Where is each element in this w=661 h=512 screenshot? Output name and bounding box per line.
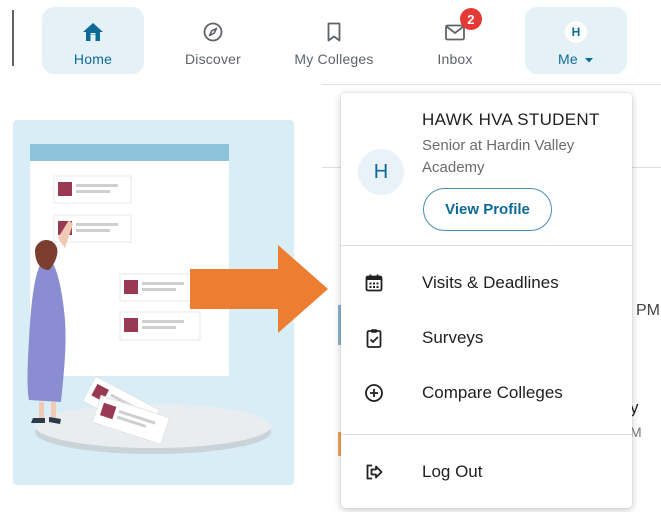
nav-me-text: Me (558, 51, 578, 67)
menu-item-log-out[interactable]: Log Out (341, 450, 632, 494)
plus-circle-icon (365, 384, 383, 402)
menu-item-compare-colleges[interactable]: Compare Colleges (341, 371, 632, 415)
avatar: H (565, 21, 587, 43)
profile-subtitle: Senior at Hardin Valley Academy (422, 137, 575, 176)
top-nav: Home Discover My Colleges 2 Inbox H Me (0, 0, 661, 84)
nav-home-label: Home (73, 51, 113, 67)
compass-icon (203, 22, 223, 42)
menu-item-visits-deadlines[interactable]: Visits & Deadlines (341, 261, 632, 305)
nav-my-colleges[interactable]: My Colleges (283, 7, 385, 74)
dropdown-divider (341, 245, 632, 246)
profile-name: HAWK HVA STUDENT (422, 110, 600, 129)
nav-me[interactable]: H Me (525, 7, 627, 74)
menu-item-label: Surveys (422, 328, 484, 347)
inbox-badge: 2 (460, 8, 482, 30)
logout-icon (366, 464, 383, 480)
nav-me-label: Me (525, 51, 627, 67)
menu-item-surveys[interactable]: Surveys (341, 316, 632, 360)
menu-item-label: Compare Colleges (422, 383, 563, 402)
nav-discover[interactable]: Discover (162, 7, 264, 74)
view-profile-button[interactable]: View Profile (423, 188, 552, 231)
annotation-arrow-icon (190, 245, 328, 333)
nav-inbox[interactable]: 2 Inbox (404, 7, 506, 74)
calendar-icon (365, 274, 383, 292)
home-icon (83, 23, 103, 41)
background-text-pm: PM (636, 302, 660, 319)
account-dropdown: H HAWK HVA STUDENT Senior at Hardin Vall… (341, 93, 632, 508)
nav-my-colleges-label: My Colleges (294, 51, 374, 67)
nav-home[interactable]: Home (42, 7, 144, 74)
profile-avatar: H (358, 149, 404, 195)
nav-inbox-label: Inbox (437, 51, 473, 67)
clipboard-check-icon (366, 329, 382, 348)
menu-item-label: Visits & Deadlines (422, 273, 559, 292)
nav-divider (322, 84, 661, 85)
caret-down-icon (584, 58, 593, 63)
nav-discover-label: Discover (184, 51, 242, 67)
dropdown-divider (341, 434, 632, 435)
bookmark-icon (327, 22, 341, 42)
menu-item-label: Log Out (422, 462, 483, 481)
